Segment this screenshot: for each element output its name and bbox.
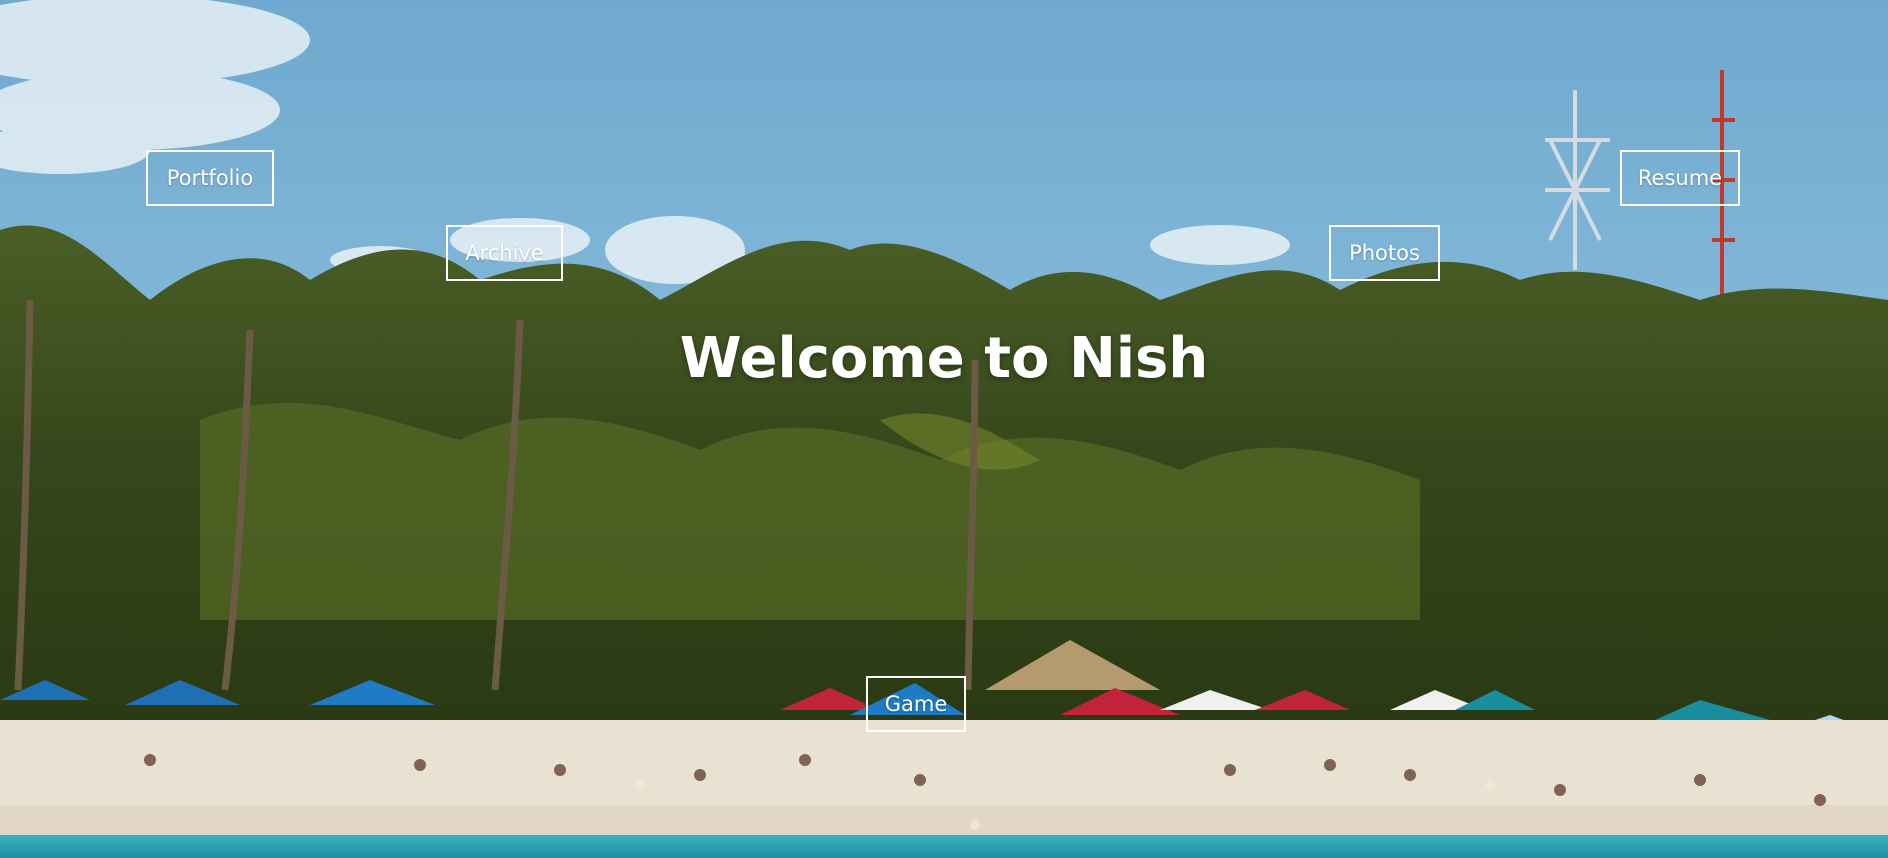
nav-photos-button[interactable]: Photos bbox=[1329, 225, 1440, 281]
page-title: Welcome to Nish bbox=[679, 326, 1209, 391]
nav-resume-button[interactable]: Resume bbox=[1620, 150, 1740, 206]
nav-portfolio-button[interactable]: Portfolio bbox=[146, 150, 274, 206]
nav-archive-button[interactable]: Archive bbox=[446, 225, 563, 281]
hero-section: Welcome to Nish Portfolio Archive Photos… bbox=[0, 0, 1888, 858]
nav-game-button[interactable]: Game bbox=[866, 676, 966, 732]
